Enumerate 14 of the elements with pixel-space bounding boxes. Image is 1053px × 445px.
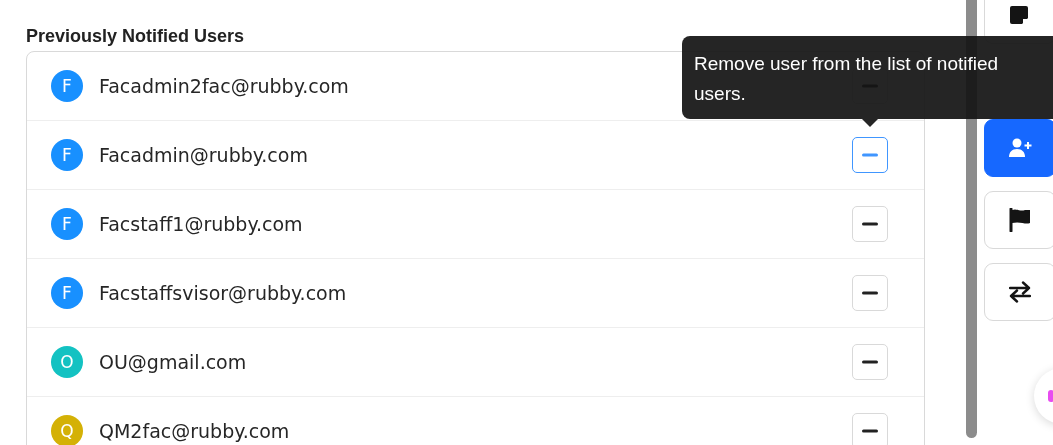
user-email: Facadmin@rubby.com bbox=[99, 144, 308, 166]
user-email: Facstaff1@rubby.com bbox=[99, 213, 303, 235]
section-heading: Previously Notified Users bbox=[26, 25, 246, 48]
avatar: Q bbox=[51, 415, 83, 445]
tooltip: Remove user from the list of notified users. bbox=[682, 36, 1053, 119]
user-email: OU@gmail.com bbox=[99, 351, 247, 373]
user-email: QM2fac@rubby.com bbox=[99, 420, 290, 442]
avatar: F bbox=[51, 70, 83, 102]
user-email: Facadmin2fac@rubby.com bbox=[99, 75, 349, 97]
avatar: F bbox=[51, 208, 83, 240]
user-email: Facstaffsvisor@rubby.com bbox=[99, 282, 347, 304]
avatar: O bbox=[51, 346, 83, 378]
avatar: F bbox=[51, 139, 83, 171]
avatar: F bbox=[51, 277, 83, 309]
